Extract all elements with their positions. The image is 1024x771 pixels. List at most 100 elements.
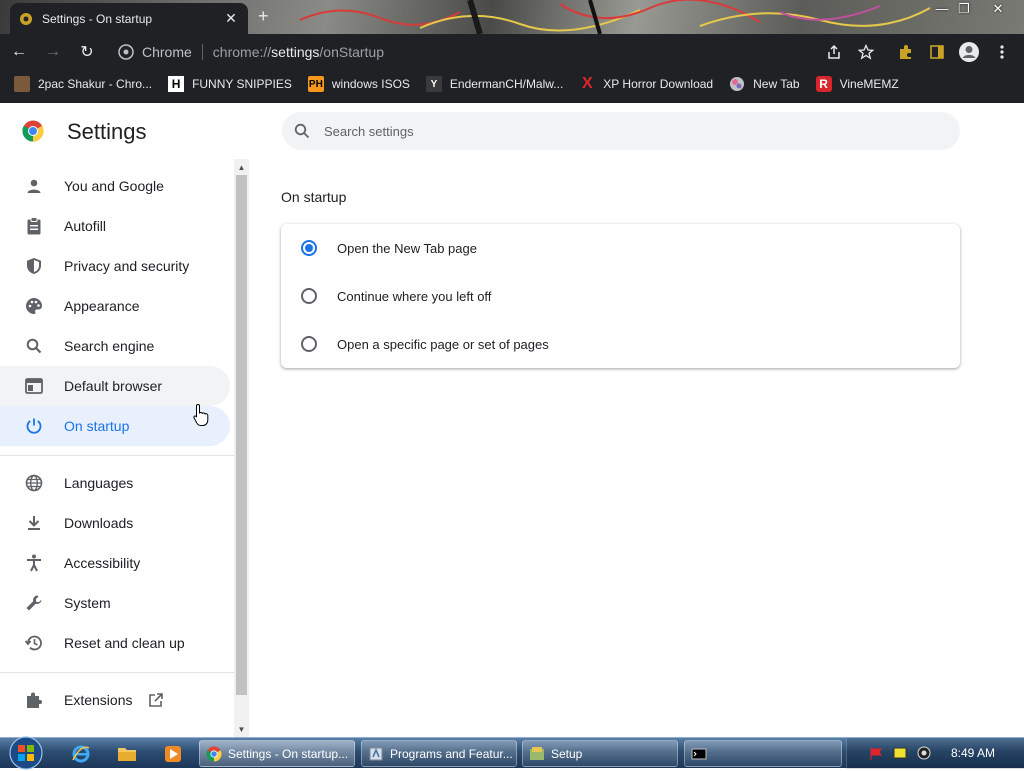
profile-avatar-icon[interactable] [958,41,980,63]
sidebar-divider [0,455,234,456]
settings-search-box[interactable] [282,112,960,150]
scroll-down-arrow-icon[interactable]: ▼ [234,722,249,736]
sidebar-item-autofill[interactable]: Autofill [0,206,230,246]
site-chip-label: Chrome [142,44,192,60]
flag-tray-icon[interactable] [869,747,883,761]
scrollbar-thumb[interactable] [236,175,247,695]
internet-explorer-icon[interactable] [70,743,92,765]
browser-icon [24,376,44,396]
radio-label: Open the New Tab page [337,240,477,256]
sidebar-item-extensions[interactable]: Extensions [0,680,230,720]
shield-icon [24,256,44,276]
sidebar-item-default-browser[interactable]: Default browser [0,366,230,406]
sidebar-item-system[interactable]: System [0,583,230,623]
sidebar-item-label: Autofill [64,218,107,234]
sidebar-item-accessibility[interactable]: Accessibility [0,543,230,583]
palette-icon [24,296,44,316]
sidebar-item-you-and-google[interactable]: You and Google [0,166,230,206]
url-text: chrome://settings/onStartup [213,44,384,60]
setup-installer-icon [530,746,544,760]
windows-taskbar: Settings - On startup... Programs and Fe… [0,735,1024,771]
bookmark-item[interactable]: 2pac Shakur - Chro... [14,76,152,92]
sidebar-item-label: Languages [64,475,134,491]
new-tab-button[interactable]: + [258,6,269,27]
bookmark-item[interactable]: New Tab [729,76,800,92]
settings-gear-icon [20,12,32,25]
startup-option-new-tab[interactable]: Open the New Tab page [281,224,960,272]
file-explorer-icon[interactable] [116,743,138,765]
puzzle-icon [24,690,44,710]
forward-button[interactable]: → [38,37,68,67]
sidebar-item-downloads[interactable]: Downloads [0,503,230,543]
omnibox-separator [201,44,203,60]
settings-header: Settings [0,103,1024,159]
tab-close-button[interactable]: ✕ [222,10,240,27]
extensions-puzzle-icon[interactable] [895,41,917,63]
x-icon: X [581,75,593,92]
bookmark-label: 2pac Shakur - Chro... [38,77,153,91]
hand-cursor-icon [193,403,209,426]
close-window-button[interactable]: ✕ [986,1,1010,17]
photo-icon [14,76,30,92]
taskbar-item-setup[interactable]: Setup [522,740,678,767]
share-icon[interactable] [823,41,845,63]
active-tab[interactable]: Settings - On startup ✕ [10,3,248,34]
bookmark-item[interactable]: H FUNNY SNIPPIES [168,76,292,92]
taskbar-item-programs[interactable]: Programs and Featur... [361,740,517,767]
taskbar-clock[interactable]: 8:49 AM [951,746,995,760]
battery-tray-icon[interactable] [893,747,907,759]
bookmark-item[interactable]: R VineMEMZ [815,76,899,92]
search-input[interactable] [324,123,924,139]
menu-kebab-icon[interactable] [991,41,1013,63]
address-bar[interactable]: Chrome chrome://settings/onStartup [108,39,888,65]
wrench-icon [24,593,44,613]
bookmark-item[interactable]: PH windows ISOS [307,76,410,92]
minimize-button[interactable]: — [930,1,954,16]
radio-button[interactable] [301,288,317,304]
yt-icon: Y [425,76,442,92]
bookmark-star-icon[interactable] [855,41,877,63]
scroll-up-arrow-icon[interactable]: ▲ [234,160,249,174]
sidebar-scrollbar[interactable]: ▲ ▼ [234,159,249,737]
bookmark-label: New Tab [753,77,800,91]
taskbar-item-chrome[interactable]: Settings - On startup... [199,740,355,767]
sidebar-item-privacy[interactable]: Privacy and security [0,246,230,286]
sidebar-item-label: Search engine [64,338,155,354]
taskbar-item-command-prompt[interactable] [684,740,842,767]
sidebar-item-search-engine[interactable]: Search engine [0,326,230,366]
sidebar-item-reset[interactable]: Reset and clean up [0,623,230,663]
bookmark-label: windows ISOS [331,77,410,91]
startup-option-specific-pages[interactable]: Open a specific page or set of pages [281,320,960,368]
radio-button[interactable] [301,336,317,352]
chrome-logo-icon [22,120,44,142]
reload-button[interactable]: ↻ [72,37,102,67]
sidebar-item-label: Accessibility [64,555,141,571]
radio-label: Continue where you left off [337,288,492,304]
startup-option-continue[interactable]: Continue where you left off [281,272,960,320]
chrome-icon [206,746,222,761]
history-icon [24,633,44,653]
side-panel-icon[interactable] [926,41,948,63]
clipboard-icon [24,216,44,236]
tab-title: Settings - On startup [42,11,153,26]
bookmark-item[interactable]: X XP Horror Download [579,75,714,92]
browser-toolbar: ← → ↻ Chrome chrome://settings/onStartup [0,34,1024,70]
settings-sidebar: You and Google Autofill Privacy and secu… [0,159,234,737]
sidebar-item-languages[interactable]: Languages [0,463,230,503]
bookmark-item[interactable]: Y EndermanCH/Malw... [425,76,563,92]
radio-button-checked[interactable] [301,240,317,256]
sidebar-divider [0,672,234,673]
restore-button[interactable]: ❐ [952,1,976,17]
volume-tray-icon[interactable] [917,746,931,760]
media-player-icon[interactable] [162,743,184,765]
search-icon [24,336,44,356]
sidebar-item-appearance[interactable]: Appearance [0,286,230,326]
start-button-icon[interactable] [8,735,44,771]
sidebar-item-label: You and Google [64,178,164,194]
system-tray [846,738,1024,769]
taskbar-item-label: Programs and Featur... [390,746,513,761]
bookmark-label: XP Horror Download [603,77,714,91]
globe-icon [729,76,745,92]
back-button[interactable]: ← [4,37,34,67]
window-title-bar: Settings - On startup ✕ + — ❐ ✕ [0,0,1024,34]
